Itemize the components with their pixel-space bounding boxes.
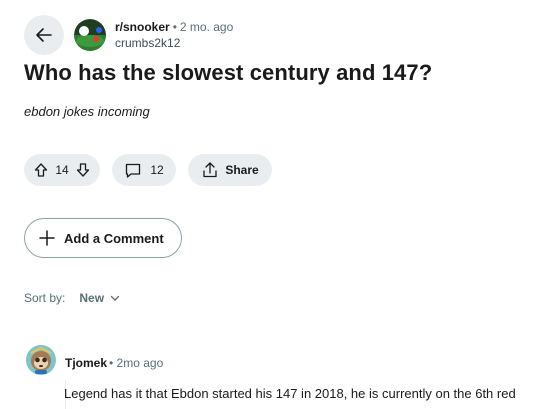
speech-bubble-icon: [124, 161, 142, 179]
post-author[interactable]: crumbs2k12: [115, 35, 233, 51]
meta-separator: •: [109, 356, 114, 370]
comment-text: Legend has it that Ebdon started his 147…: [64, 386, 516, 401]
meta-separator: •: [172, 20, 177, 34]
sort-label: Sort by:: [24, 291, 66, 305]
post-body: ebdon jokes incoming: [24, 104, 150, 119]
vote-count: 14: [55, 163, 69, 177]
share-button[interactable]: Share: [188, 154, 272, 186]
post-age: 2 mo. ago: [179, 20, 234, 34]
chevron-down-icon[interactable]: [110, 293, 120, 303]
comment-meta: • 2mo ago: [109, 356, 163, 370]
comment-age: 2mo ago: [116, 356, 164, 370]
share-label: Share: [225, 163, 259, 177]
subreddit-link[interactable]: r/snooker: [115, 20, 170, 34]
post-meta: r/snooker • 2 mo. ago crumbs2k12: [115, 19, 233, 51]
sort-control: Sort by: New: [24, 291, 120, 305]
plus-icon: [38, 229, 56, 247]
avatar[interactable]: [25, 344, 57, 376]
arrow-down-icon[interactable]: [75, 162, 91, 178]
add-comment-label: Add a Comment: [64, 230, 164, 246]
post-header: r/snooker • 2 mo. ago crumbs2k12: [24, 15, 233, 55]
arrow-up-icon[interactable]: [33, 162, 49, 178]
comments-button[interactable]: 12: [112, 154, 176, 186]
arrow-left-icon: [34, 25, 54, 45]
comment-count: 12: [150, 163, 164, 177]
post-actions: 14 12 Share: [24, 154, 272, 186]
add-comment-button[interactable]: Add a Comment: [24, 218, 182, 258]
share-icon: [201, 161, 219, 179]
sort-dropdown[interactable]: New: [79, 291, 104, 305]
subreddit-avatar[interactable]: [74, 19, 106, 51]
vote-control: 14: [24, 154, 100, 186]
back-button[interactable]: [24, 15, 64, 55]
post-title: Who has the slowest century and 147?: [24, 60, 433, 85]
comment-author[interactable]: Tjomek: [65, 356, 107, 370]
